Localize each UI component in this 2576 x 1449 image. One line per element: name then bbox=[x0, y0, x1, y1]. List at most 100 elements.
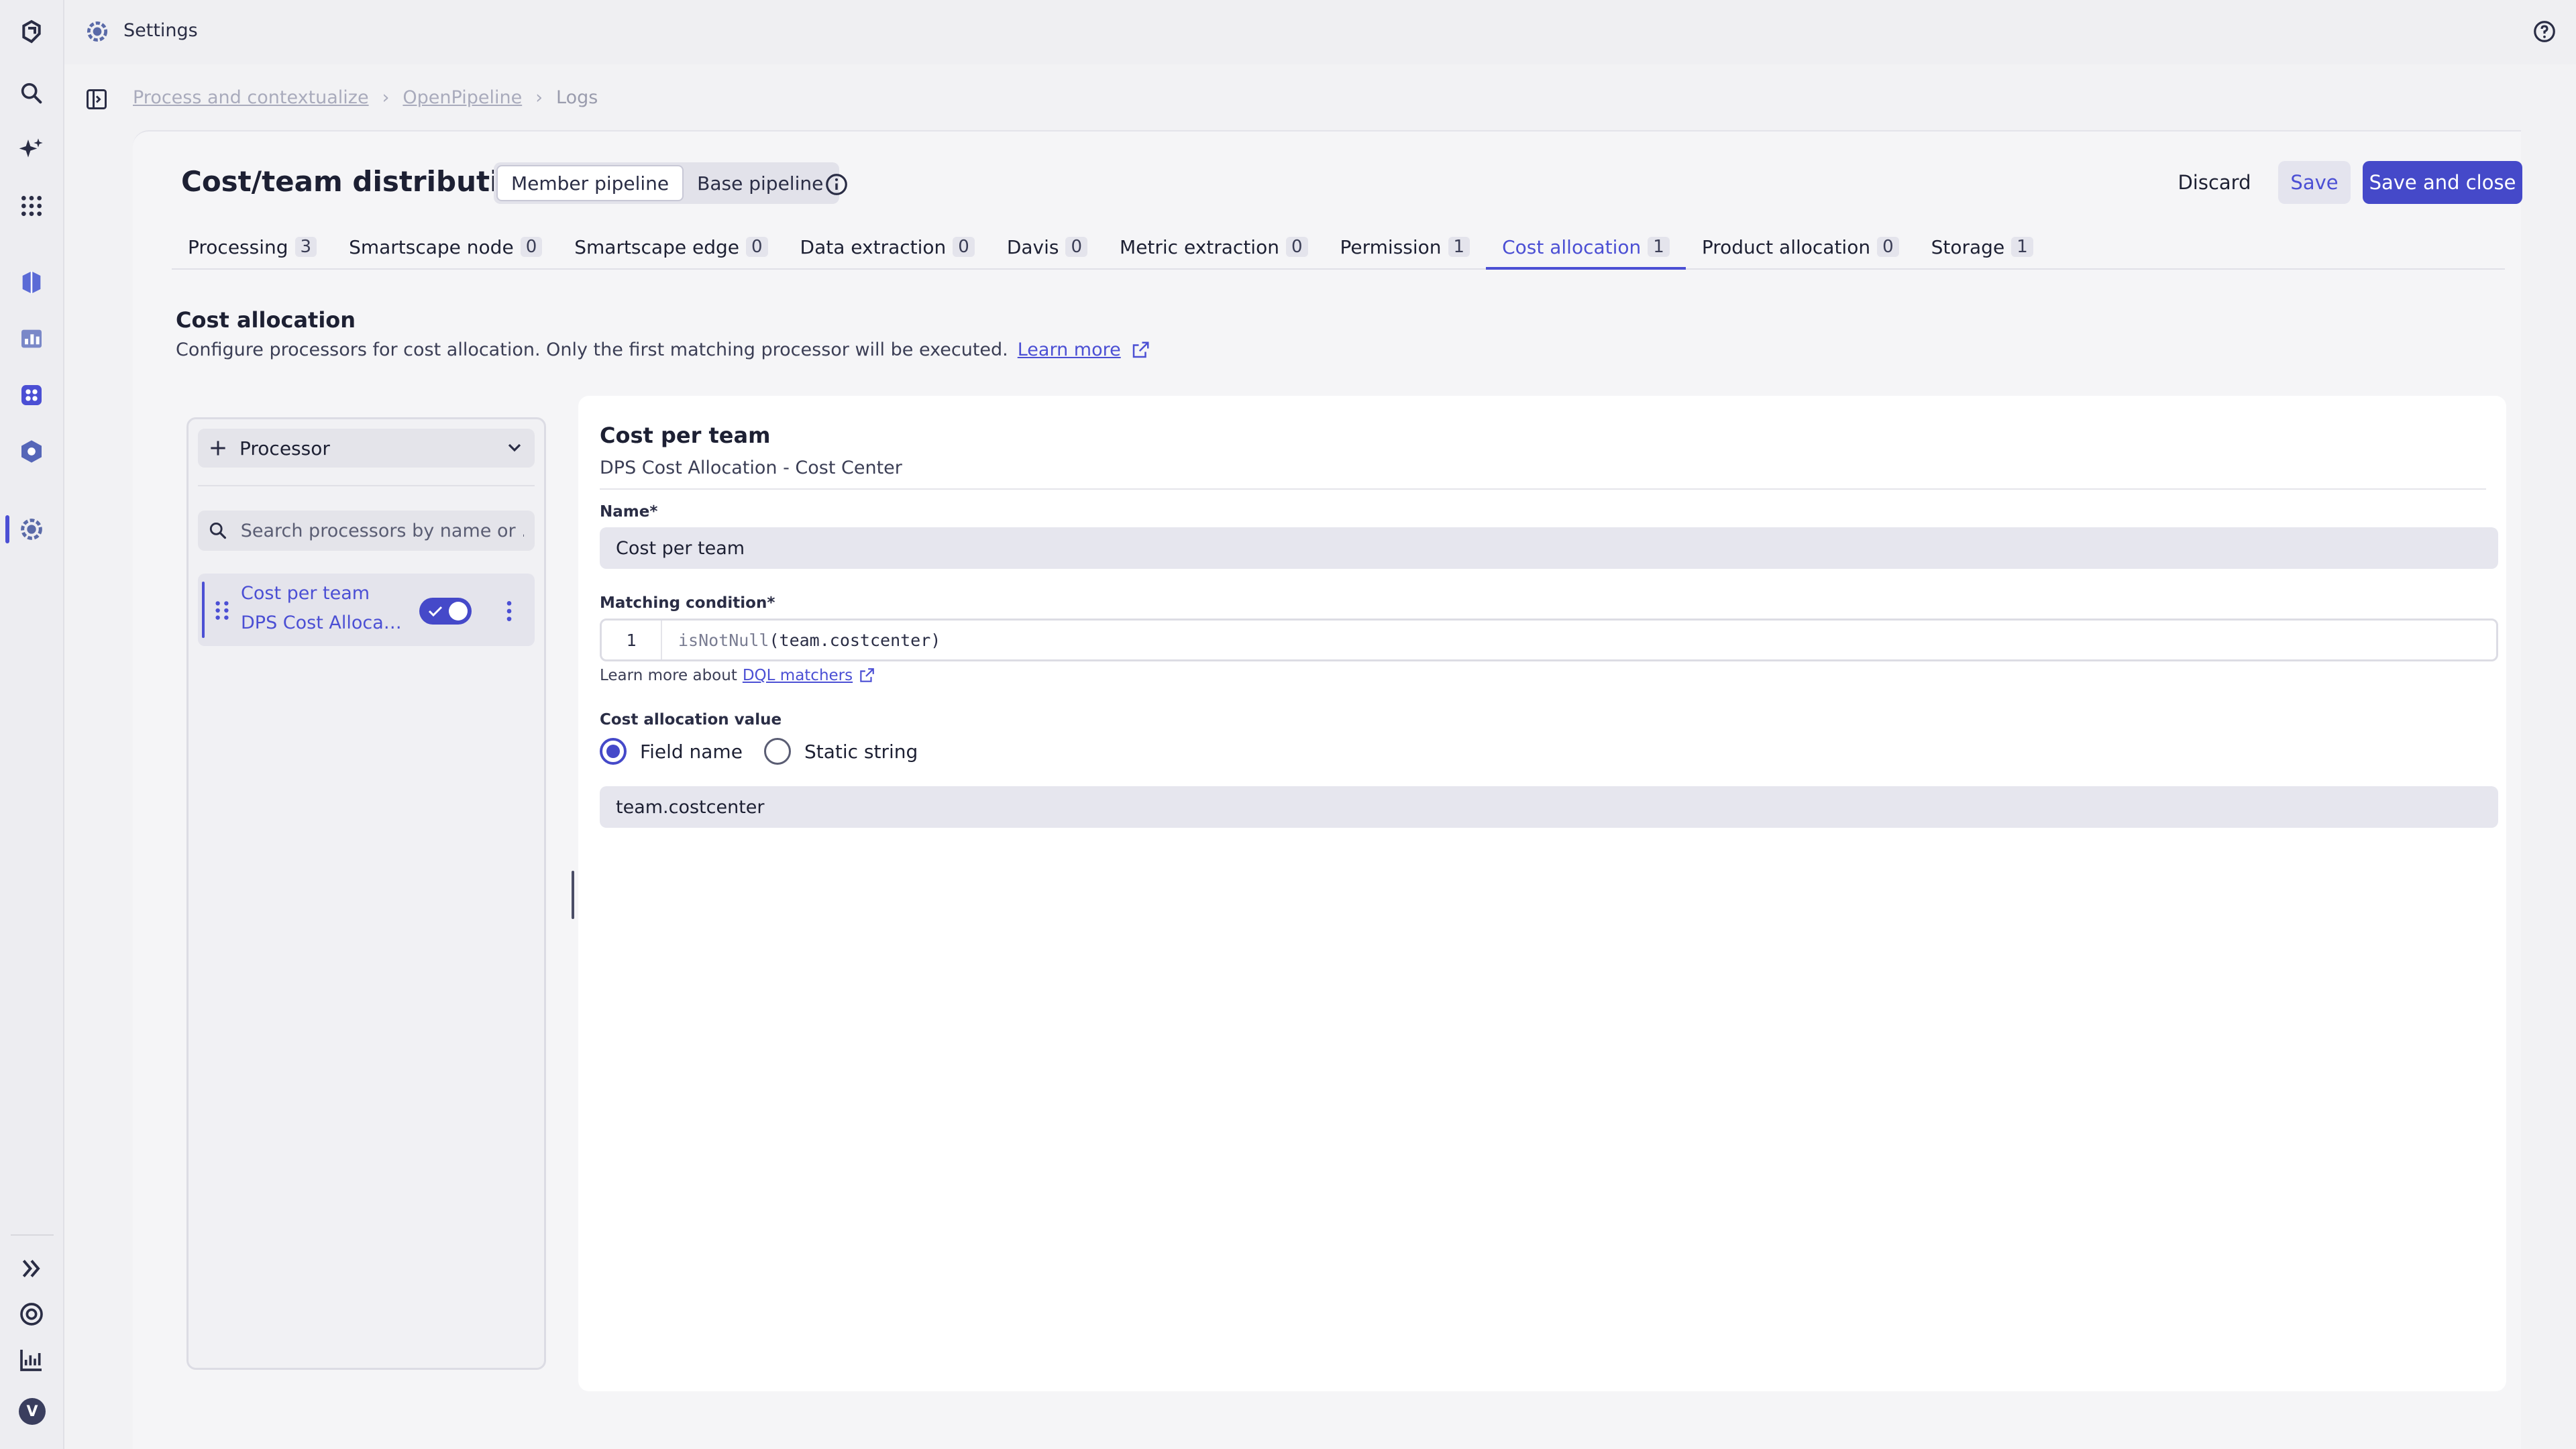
rail-active-indicator bbox=[5, 515, 9, 543]
settings-app-icon[interactable] bbox=[16, 514, 47, 545]
member-pipeline-button[interactable]: Member pipeline bbox=[496, 165, 684, 201]
stage-tabs: Processing 3 Smartscape node 0 Smartscape … bbox=[172, 225, 2505, 270]
field-name-radio[interactable] bbox=[600, 738, 627, 765]
processor-editor: Cost per team DPS Cost Allocation - Cost… bbox=[578, 396, 2506, 1391]
editor-title: Cost per team bbox=[600, 423, 771, 448]
processor-item-name: Cost per team bbox=[241, 583, 370, 604]
save-and-close-button[interactable]: Save and close bbox=[2363, 161, 2522, 204]
processor-search-input[interactable] bbox=[239, 519, 525, 542]
tab-permission[interactable]: Permission 1 bbox=[1324, 225, 1487, 268]
tab-count: 0 bbox=[1065, 237, 1088, 257]
tab-label: Storage bbox=[1931, 235, 2005, 258]
field-name-radio-label[interactable]: Field name bbox=[640, 741, 743, 763]
processor-list-panel: Processor Cost per team DPS Cost Allocat… bbox=[186, 417, 546, 1370]
settings-gear-icon bbox=[87, 21, 108, 42]
processor-item-type: DPS Cost Allocation - Cost Center bbox=[241, 612, 402, 633]
panel-resize-handle[interactable] bbox=[572, 871, 574, 919]
tab-count: 0 bbox=[745, 237, 768, 257]
tab-count: 1 bbox=[1448, 237, 1470, 257]
check-icon bbox=[428, 606, 443, 617]
search-icon[interactable] bbox=[16, 78, 47, 109]
processor-search bbox=[198, 511, 535, 551]
cost-allocation-value-label: Cost allocation value bbox=[600, 711, 782, 729]
tab-product-allocation[interactable]: Product allocation 0 bbox=[1686, 225, 1915, 268]
tab-storage[interactable]: Storage 1 bbox=[1915, 225, 2049, 268]
infrastructure-app-icon[interactable] bbox=[16, 267, 47, 298]
toggle-knob bbox=[449, 602, 468, 621]
workflows-app-icon[interactable] bbox=[16, 380, 47, 411]
tab-count: 1 bbox=[1648, 237, 1670, 257]
app-rail: V bbox=[0, 0, 64, 1449]
editor-subtitle: DPS Cost Allocation - Cost Center bbox=[600, 458, 902, 478]
tab-count: 0 bbox=[953, 237, 975, 257]
divider bbox=[600, 488, 2486, 490]
drag-handle-icon[interactable] bbox=[213, 599, 231, 622]
analytics-icon[interactable] bbox=[16, 1344, 47, 1375]
top-bar: Settings bbox=[64, 0, 2576, 64]
page-title: Cost/team distribution bbox=[181, 165, 539, 198]
dynatrace-logo-icon[interactable] bbox=[16, 16, 47, 47]
tab-label: Davis bbox=[1006, 235, 1059, 258]
tab-count: 1 bbox=[2011, 237, 2033, 257]
tab-processing[interactable]: Processing 3 bbox=[172, 225, 333, 268]
code-function: isNotNull bbox=[678, 630, 769, 650]
add-processor-label: Processor bbox=[239, 437, 330, 460]
selected-indicator bbox=[202, 582, 205, 638]
tab-label: Data extraction bbox=[800, 235, 947, 258]
more-options-icon[interactable] bbox=[497, 598, 521, 625]
support-icon[interactable] bbox=[16, 1299, 47, 1330]
info-icon[interactable] bbox=[824, 172, 849, 197]
tab-smartscape-edge[interactable]: Smartscape edge 0 bbox=[558, 225, 784, 268]
divider bbox=[198, 485, 535, 486]
tab-count: 0 bbox=[520, 237, 543, 257]
add-processor-button[interactable]: Processor bbox=[198, 429, 535, 468]
base-pipeline-button[interactable]: Base pipeline bbox=[684, 165, 837, 201]
static-string-radio[interactable] bbox=[763, 738, 791, 765]
tab-count: 3 bbox=[294, 237, 317, 257]
sidepanel-toggle-icon[interactable] bbox=[85, 87, 109, 111]
code-args: (team.costcenter) bbox=[769, 630, 941, 650]
tab-label: Cost allocation bbox=[1502, 235, 1642, 258]
user-avatar[interactable]: V bbox=[19, 1398, 46, 1425]
external-link-icon[interactable] bbox=[858, 667, 875, 684]
dashboards-app-icon[interactable] bbox=[16, 323, 47, 354]
name-input[interactable]: Cost per team bbox=[600, 527, 2498, 569]
apps-grid-icon[interactable] bbox=[16, 191, 47, 221]
dql-learn-more: Learn more about DQL matchers bbox=[600, 667, 875, 684]
discard-button[interactable]: Discard bbox=[2172, 161, 2257, 204]
name-label: Name* bbox=[600, 503, 658, 521]
external-link-icon[interactable] bbox=[1130, 340, 1150, 360]
help-icon[interactable] bbox=[2532, 19, 2557, 44]
breadcrumb: Process and contextualize › OpenPipeline… bbox=[133, 87, 598, 108]
tab-label: Metric extraction bbox=[1120, 235, 1279, 258]
plus-icon bbox=[211, 441, 225, 455]
field-name-input[interactable]: team.costcenter bbox=[600, 786, 2498, 828]
breadcrumb-openpipeline[interactable]: OpenPipeline bbox=[402, 87, 522, 108]
breadcrumb-process-and-contextualize[interactable]: Process and contextualize bbox=[133, 87, 369, 108]
learn-more-link[interactable]: Learn more bbox=[1018, 339, 1121, 360]
processor-list-item[interactable]: Cost per team DPS Cost Allocation - Cost… bbox=[198, 574, 535, 646]
chevron-down-icon bbox=[508, 443, 521, 452]
sparkle-icon[interactable] bbox=[16, 134, 47, 165]
save-button[interactable]: Save bbox=[2278, 161, 2351, 204]
tab-data-extraction[interactable]: Data extraction 0 bbox=[784, 225, 991, 268]
app-title: Settings bbox=[123, 20, 198, 41]
tab-label: Smartscape edge bbox=[574, 235, 739, 258]
line-number: 1 bbox=[602, 621, 662, 659]
security-app-icon[interactable] bbox=[16, 436, 47, 467]
tab-metric-extraction[interactable]: Metric extraction 0 bbox=[1104, 225, 1324, 268]
main-panel: Cost/team distribution Member pipeline B… bbox=[133, 130, 2522, 1449]
dql-matchers-link[interactable]: DQL matchers bbox=[743, 667, 853, 684]
processor-enabled-toggle[interactable] bbox=[419, 598, 472, 625]
tab-smartscape-node[interactable]: Smartscape node 0 bbox=[333, 225, 558, 268]
static-string-radio-label[interactable]: Static string bbox=[804, 741, 918, 763]
tab-label: Permission bbox=[1340, 235, 1442, 258]
tab-davis[interactable]: Davis 0 bbox=[991, 225, 1104, 268]
section-description: Configure processors for cost allocation… bbox=[176, 339, 1150, 360]
expand-rail-icon[interactable] bbox=[16, 1253, 47, 1284]
tab-cost-allocation[interactable]: Cost allocation 1 bbox=[1486, 225, 1686, 270]
matching-condition-editor[interactable]: 1 isNotNull (team.costcenter) bbox=[600, 619, 2498, 661]
search-icon bbox=[209, 522, 227, 539]
tab-label: Smartscape node bbox=[349, 235, 514, 258]
tab-count: 0 bbox=[1877, 237, 1899, 257]
